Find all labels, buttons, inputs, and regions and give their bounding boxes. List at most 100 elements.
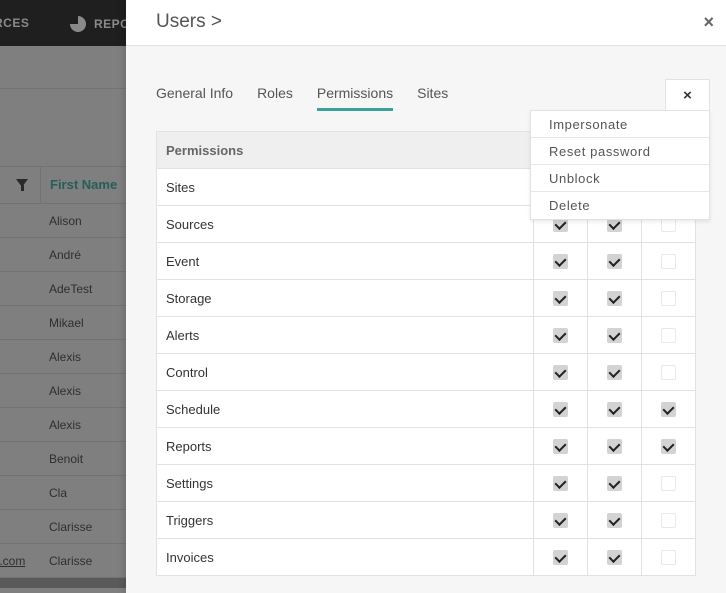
filter-icon-stem	[21, 185, 24, 191]
menu-item-reset-password[interactable]: Reset password	[531, 138, 709, 165]
permission-checkbox-3[interactable]	[661, 550, 676, 566]
column-header-first-name[interactable]: First Name	[50, 177, 117, 192]
permission-name: Settings	[156, 464, 534, 502]
background-table-row[interactable]: Alison	[0, 204, 130, 238]
permission-checkbox-3[interactable]	[661, 402, 676, 418]
menu-item-impersonate[interactable]: Impersonate	[531, 111, 709, 138]
actions-menu-close-button[interactable]: ×	[665, 79, 710, 111]
permission-name: Sources	[156, 205, 534, 243]
permission-checkbox-3[interactable]	[661, 513, 676, 529]
permission-cell	[641, 427, 696, 465]
permission-cell	[641, 279, 696, 317]
user-first-name: Alexis	[49, 418, 82, 432]
permission-cell	[587, 464, 642, 502]
permission-checkbox-2[interactable]	[607, 513, 622, 529]
permission-checkbox-2[interactable]	[607, 328, 622, 344]
background-table-row[interactable]: AdeTest	[0, 272, 130, 306]
permission-checkbox-1[interactable]	[553, 254, 568, 270]
permission-cell	[533, 427, 588, 465]
panel-header: Users > ×	[126, 0, 726, 46]
nav-item-reports[interactable]: REPO	[70, 16, 130, 32]
user-first-name: Benoit	[49, 452, 84, 466]
tab-sites[interactable]: Sites	[417, 85, 448, 111]
permission-checkbox-1[interactable]	[553, 328, 568, 344]
permission-checkbox-1[interactable]	[553, 291, 568, 307]
permission-checkbox-3[interactable]	[661, 254, 676, 270]
permission-checkbox-1[interactable]	[553, 402, 568, 418]
background-table-row[interactable]: Alexis	[0, 340, 130, 374]
user-first-name: Alexis	[49, 350, 82, 364]
permission-cell	[587, 427, 642, 465]
background-table-row[interactable]: Clarisse	[0, 510, 130, 544]
tabs: General Info Roles Permissions Sites	[156, 85, 472, 111]
tab-roles[interactable]: Roles	[257, 85, 293, 111]
close-icon[interactable]: ×	[703, 12, 714, 32]
background-divider	[0, 88, 130, 89]
user-first-name: Clarisse	[49, 520, 93, 534]
menu-item-delete[interactable]: Delete	[531, 192, 709, 219]
background-table-row[interactable]: Mikael	[0, 306, 130, 340]
permission-row: Control	[156, 353, 696, 391]
permission-checkbox-3[interactable]	[661, 365, 676, 381]
permission-checkbox-2[interactable]	[607, 476, 622, 492]
tab-permissions[interactable]: Permissions	[316, 85, 394, 111]
permission-checkbox-1[interactable]	[553, 439, 568, 455]
user-first-name: André	[49, 248, 82, 262]
user-first-name: Alison	[49, 214, 82, 228]
user-first-name: Cla	[49, 486, 68, 500]
user-first-name: Mikael	[49, 316, 84, 330]
permission-checkbox-2[interactable]	[607, 439, 622, 455]
permission-checkbox-2[interactable]	[607, 402, 622, 418]
permission-cell	[533, 353, 588, 391]
permission-checkbox-2[interactable]	[607, 254, 622, 270]
permission-checkbox-2[interactable]	[607, 291, 622, 307]
permission-checkbox-2[interactable]	[607, 365, 622, 381]
permission-row: Settings	[156, 464, 696, 502]
permission-checkbox-3[interactable]	[661, 439, 676, 455]
nav-item-reports-label: REPO	[94, 17, 131, 31]
permission-name: Triggers	[156, 501, 534, 539]
permission-cell	[587, 538, 642, 576]
permission-cell	[587, 316, 642, 354]
background-table-row[interactable]: Alexis	[0, 374, 130, 408]
user-first-name: Clarisse	[49, 554, 93, 568]
permission-checkbox-3[interactable]	[661, 476, 676, 492]
permission-checkbox-1[interactable]	[553, 476, 568, 492]
permission-cell	[587, 390, 642, 428]
user-email-link[interactable]: il.com	[0, 554, 25, 568]
horizontal-scrollbar[interactable]	[0, 578, 130, 588]
permission-checkbox-1[interactable]	[553, 513, 568, 529]
permission-checkbox-1[interactable]	[553, 550, 568, 566]
permission-row: Event	[156, 242, 696, 280]
actions-dropdown: Impersonate Reset password Unblock Delet…	[530, 110, 710, 220]
user-first-name: Alexis	[49, 384, 82, 398]
background-table-row[interactable]: Benoit	[0, 442, 130, 476]
user-first-name: AdeTest	[49, 282, 93, 296]
user-details-panel: Users > × General Info Roles Permissions…	[126, 0, 726, 593]
background-table-row[interactable]: Alexis	[0, 408, 130, 442]
tab-general-info[interactable]: General Info	[156, 85, 233, 111]
permission-name: Schedule	[156, 390, 534, 428]
permission-checkbox-1[interactable]	[553, 365, 568, 381]
background-table-header: First Name	[0, 166, 130, 204]
panel-title[interactable]: Users >	[156, 11, 222, 33]
permission-name: Event	[156, 242, 534, 280]
permission-cell	[641, 353, 696, 391]
column-separator	[40, 167, 41, 204]
permission-checkbox-3[interactable]	[661, 291, 676, 307]
background-table-row[interactable]: il.com Clarisse	[0, 544, 130, 578]
background-table-row[interactable]: André	[0, 238, 130, 272]
permission-checkbox-2[interactable]	[607, 550, 622, 566]
menu-item-unblock[interactable]: Unblock	[531, 165, 709, 192]
permission-checkbox-3[interactable]	[661, 328, 676, 344]
permission-cell	[587, 242, 642, 280]
permission-cell	[533, 464, 588, 502]
background-table-row[interactable]: Cla	[0, 476, 130, 510]
permission-cell	[641, 316, 696, 354]
permission-row: Reports	[156, 427, 696, 465]
permission-cell	[587, 501, 642, 539]
permission-name: Control	[156, 353, 534, 391]
nav-item-sources[interactable]: RCES	[0, 16, 29, 30]
permission-cell	[641, 538, 696, 576]
permission-name: Reports	[156, 427, 534, 465]
